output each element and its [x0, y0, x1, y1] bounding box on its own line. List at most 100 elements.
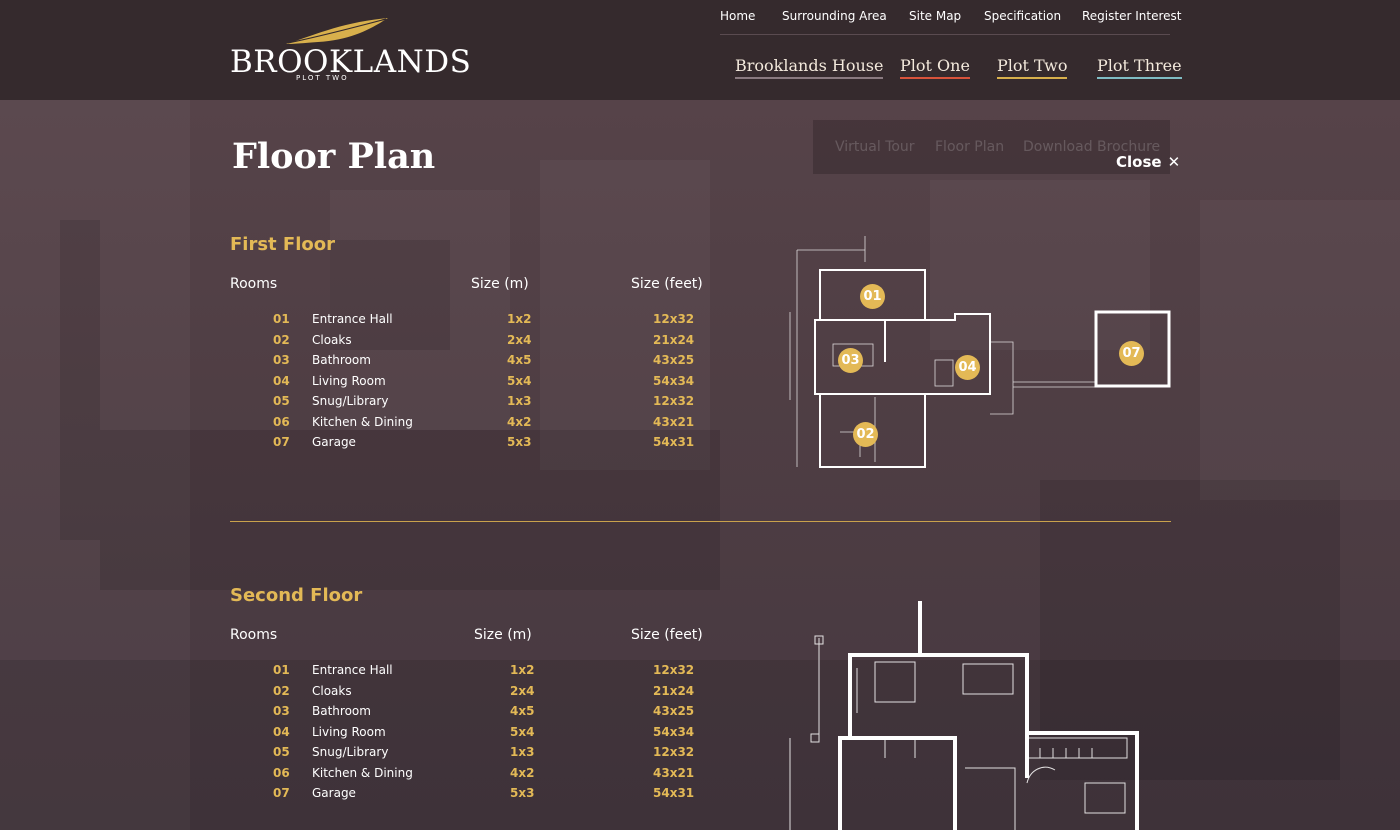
room-size-ft: 54x34	[653, 373, 695, 388]
room-number: 06	[273, 414, 290, 429]
room-number: 04	[273, 373, 290, 388]
rooms-header: Rooms	[230, 276, 278, 292]
nav-site-map[interactable]: Site Map	[909, 9, 961, 23]
table-row: 05 Snug/Library 1x3 12x32	[230, 394, 710, 415]
room-marker[interactable]: 02	[853, 422, 878, 447]
tab-virtual-tour: Virtual Tour	[835, 139, 915, 155]
room-size-m: 4x5	[510, 704, 535, 718]
nav-plot-two[interactable]: Plot Two	[997, 56, 1068, 79]
second-floor-plan	[789, 601, 1139, 830]
logo-wordmark: BROOKLANDS	[230, 44, 472, 80]
room-size-ft: 21x24	[653, 683, 695, 698]
section-divider	[230, 521, 1171, 522]
room-name: Bathroom	[312, 704, 371, 718]
nav-register-interest[interactable]: Register Interest	[1082, 9, 1181, 23]
table-row: 01 Entrance Hall 1x2 12x32	[230, 312, 710, 333]
room-marker[interactable]: 01	[860, 284, 885, 309]
nav-brooklands-house[interactable]: Brooklands House	[735, 56, 884, 79]
room-size-m: 5x3	[507, 435, 532, 449]
room-name: Living Room	[312, 373, 386, 388]
room-number: 02	[273, 332, 290, 347]
room-size-ft: 43x25	[653, 353, 695, 367]
close-label: Close	[1116, 153, 1162, 171]
room-number: 07	[273, 786, 290, 800]
room-size-m: 1x2	[510, 663, 535, 677]
room-size-ft: 21x24	[653, 332, 695, 347]
nav-surrounding-area[interactable]: Surrounding Area	[782, 9, 887, 23]
room-size-ft: 54x31	[653, 435, 695, 449]
table-row: 03 Bathroom 4x5 43x25	[230, 353, 710, 374]
room-size-ft: 43x21	[653, 765, 695, 780]
room-size-m: 2x4	[507, 332, 532, 347]
room-number: 04	[273, 724, 290, 739]
room-name: Garage	[312, 786, 356, 800]
room-size-m: 4x5	[507, 353, 532, 367]
tab-floor-plan: Floor Plan	[935, 139, 1005, 155]
size-ft-header: Size (feet)	[631, 627, 703, 643]
size-ft-header: Size (feet)	[631, 276, 703, 292]
table-row: 02 Cloaks 2x4 21x24	[230, 684, 710, 705]
room-number: 05	[273, 745, 290, 759]
room-name: Bathroom	[312, 353, 371, 367]
room-size-m: 5x4	[507, 373, 532, 388]
room-size-ft: 43x25	[653, 704, 695, 718]
room-size-ft: 54x34	[653, 724, 695, 739]
table-row: 04 Living Room 5x4 54x34	[230, 725, 710, 746]
room-size-m: 5x3	[510, 786, 535, 800]
room-size-ft: 43x21	[653, 414, 695, 429]
room-size-m: 4x2	[507, 414, 532, 429]
brooklands-logo[interactable]: BROOKLANDS PLOT TWO	[230, 14, 471, 84]
first-floor-table: 01 Entrance Hall 1x2 12x32 02 Cloaks 2x4 21x24…	[230, 312, 710, 456]
top-nav: Home Surrounding Area Site Map Specifica…	[720, 0, 1181, 35]
room-number: 07	[273, 435, 290, 449]
close-icon: ✕	[1167, 153, 1181, 171]
size-m-header: Size (m)	[474, 627, 532, 643]
room-number: 06	[273, 765, 290, 780]
room-marker[interactable]: 03	[838, 348, 863, 373]
room-name: Cloaks	[312, 332, 352, 347]
room-name: Living Room	[312, 724, 386, 739]
leaf-icon	[286, 18, 388, 44]
second-floor-title: Second Floor	[230, 585, 363, 606]
rooms-header: Rooms	[230, 627, 278, 643]
table-row: 02 Cloaks 2x4 21x24	[230, 333, 710, 354]
room-name: Kitchen & Dining	[312, 765, 413, 780]
logo-subtitle: PLOT TWO	[296, 74, 349, 82]
room-number: 01	[273, 663, 290, 677]
room-name: Snug/Library	[312, 394, 389, 408]
room-size-ft: 12x32	[653, 745, 695, 759]
room-marker[interactable]: 04	[955, 355, 980, 380]
room-name: Entrance Hall	[312, 312, 393, 326]
table-row: 07 Garage 5x3 54x31	[230, 786, 710, 807]
room-size-m: 5x4	[510, 724, 535, 739]
close-button[interactable]: Close ✕	[1116, 153, 1180, 171]
room-number: 03	[273, 353, 290, 367]
table-row: 04 Living Room 5x4 54x34	[230, 374, 710, 395]
second-floor-table: 01 Entrance Hall 1x2 12x32 02 Cloaks 2x4 21x24…	[230, 663, 710, 807]
room-size-m: 1x2	[507, 312, 532, 326]
room-size-ft: 12x32	[653, 312, 695, 326]
site-header: BROOKLANDS PLOT TWO Home Surrounding Are…	[0, 0, 1400, 100]
room-size-m: 1x3	[510, 745, 535, 759]
room-name: Snug/Library	[312, 745, 389, 759]
nav-plot-three[interactable]: Plot Three	[1097, 56, 1182, 79]
size-m-header: Size (m)	[471, 276, 529, 292]
table-row: 06 Kitchen & Dining 4x2 43x21	[230, 766, 710, 787]
table-row: 06 Kitchen & Dining 4x2 43x21	[230, 415, 710, 436]
nav-home[interactable]: Home	[720, 9, 755, 23]
room-number: 05	[273, 394, 290, 408]
room-name: Entrance Hall	[312, 663, 393, 677]
room-name: Cloaks	[312, 683, 352, 698]
nav-plot-one[interactable]: Plot One	[900, 56, 970, 79]
room-number: 03	[273, 704, 290, 718]
table-row: 07 Garage 5x3 54x31	[230, 435, 710, 456]
room-size-m: 2x4	[510, 683, 535, 698]
room-number: 02	[273, 683, 290, 698]
page-title: Floor Plan	[232, 136, 436, 177]
nav-specification[interactable]: Specification	[984, 9, 1061, 23]
table-row: 05 Snug/Library 1x3 12x32	[230, 745, 710, 766]
room-size-ft: 12x32	[653, 663, 695, 677]
room-size-ft: 54x31	[653, 786, 695, 800]
room-marker[interactable]: 07	[1119, 341, 1144, 366]
room-number: 01	[273, 312, 290, 326]
